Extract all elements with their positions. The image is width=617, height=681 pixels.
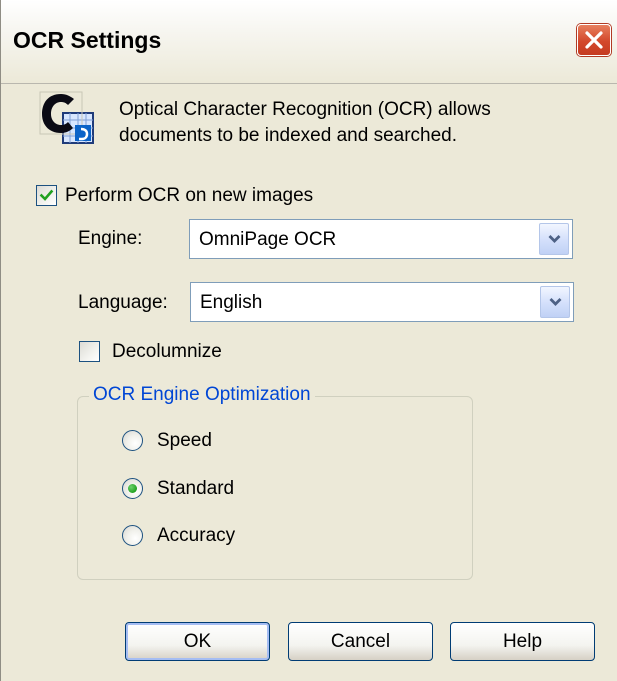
standard-radio[interactable] [122,478,143,499]
perform-ocr-label[interactable]: Perform OCR on new images [65,185,313,207]
accuracy-radio[interactable] [122,525,143,546]
ocr-description: Optical Character Recognition (OCR) allo… [119,97,559,149]
decolumnize-checkbox[interactable] [79,341,100,362]
accuracy-label[interactable]: Accuracy [157,525,235,547]
engine-value: OmniPage OCR [199,229,337,250]
chevron-down-icon [548,235,561,243]
chevron-down-icon [549,298,562,306]
perform-ocr-checkbox[interactable] [36,185,57,206]
title-bar[interactable]: OCR Settings [1,0,617,83]
speed-label[interactable]: Speed [157,430,212,452]
ocr-document-icon [39,91,94,144]
engine-dropdown[interactable]: OmniPage OCR [189,219,573,259]
language-dropdown-button[interactable] [540,286,570,318]
ok-button[interactable]: OK [125,622,270,661]
description-line-1: Optical Character Recognition (OCR) allo… [119,99,491,120]
language-value: English [200,292,263,313]
engine-dropdown-button[interactable] [539,223,569,255]
language-label: Language: [78,292,168,313]
ocr-settings-dialog: OCR Settings Optical Character Recogniti… [0,0,617,681]
speed-radio[interactable] [122,430,143,451]
cancel-button[interactable]: Cancel [288,622,433,661]
ocr-engine-optimization-legend: OCR Engine Optimization [89,384,315,406]
close-icon [585,31,603,49]
checkmark-icon [39,189,54,201]
language-dropdown[interactable]: English [190,282,574,322]
help-button[interactable]: Help [450,622,595,661]
standard-label[interactable]: Standard [157,478,234,500]
title-bar-divider [1,83,617,84]
window-title: OCR Settings [13,27,162,53]
engine-label: Engine: [78,228,143,249]
decolumnize-label[interactable]: Decolumnize [112,341,222,363]
radio-selected-dot [128,484,137,493]
close-button[interactable] [577,24,611,56]
description-line-2: documents to be indexed and searched. [119,125,458,146]
